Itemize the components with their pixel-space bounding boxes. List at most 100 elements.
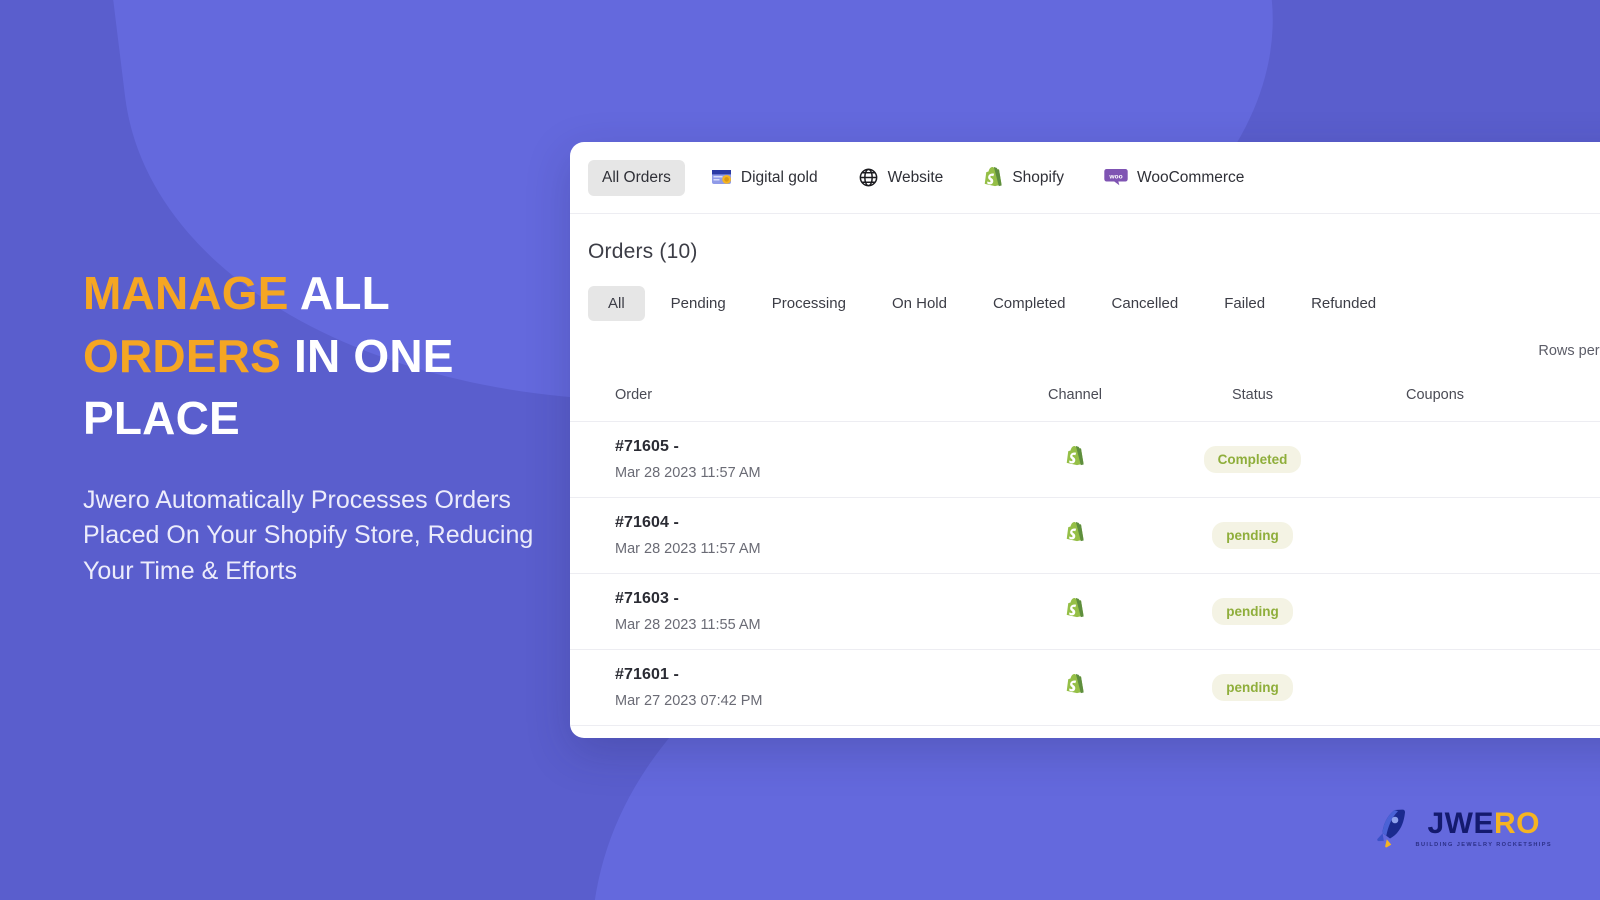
order-id: #71601 -: [615, 666, 679, 683]
channel-tab-digital-gold[interactable]: Digital gold: [697, 160, 832, 196]
order-cell: #71601 - Mar 27 2023 07:42 PM: [570, 649, 990, 726]
column-header-channel: Channel: [990, 373, 1160, 422]
shopify-icon: [1065, 598, 1085, 620]
coupons-cell: [1345, 421, 1525, 498]
jwero-logo: JWERO BUILDING JEWELRY ROCKETSHIPS: [1374, 808, 1552, 848]
filter-pill-label: Completed: [992, 295, 1066, 312]
table-header-row: Order Channel Status Coupons A: [570, 373, 1600, 422]
channel-tab-woocommerce[interactable]: woo WooCommerce: [1090, 160, 1258, 196]
filter-pill-label: All: [608, 295, 625, 312]
order-id: #71604 -: [615, 514, 679, 531]
logo-word-part2: RO: [1494, 806, 1541, 840]
table-row[interactable]: #71605 - Mar 28 2023 11:57 AM Completed: [570, 421, 1600, 498]
channel-tab-label: All Orders: [602, 168, 671, 186]
order-date: Mar 28 2023 11:55 AM: [615, 617, 761, 633]
filter-pill-on-hold[interactable]: On Hold: [872, 286, 967, 321]
orders-app-card: All Orders Digital gold Website Shopify …: [570, 142, 1600, 738]
column-header-amount: A: [1525, 373, 1600, 422]
marketing-subcopy: Jwero Automatically Processes Orders Pla…: [83, 485, 534, 585]
channel-tab-label: Shopify: [1012, 168, 1065, 186]
filter-pill-completed[interactable]: Completed: [973, 286, 1086, 321]
status-badge: Completed: [1203, 446, 1302, 473]
logo-tagline: BUILDING JEWELRY ROCKETSHIPS: [1415, 841, 1552, 848]
svg-text:woo: woo: [1108, 173, 1122, 180]
filter-pill-label: Refunded: [1311, 295, 1377, 312]
woocommerce-icon: woo: [1104, 168, 1128, 187]
headline-accent-1: MANAGE: [83, 267, 300, 319]
amount-cell: ₹: [1525, 649, 1600, 726]
filter-pill-processing[interactable]: Processing: [752, 286, 866, 321]
channel-tab-shopify[interactable]: Shopify: [969, 160, 1078, 196]
channel-tab-website[interactable]: Website: [844, 160, 958, 196]
orders-table-header: Order Channel Status Coupons A: [570, 373, 1600, 422]
order-date: Mar 28 2023 11:57 AM: [615, 541, 761, 557]
filter-pill-all[interactable]: All: [588, 286, 645, 321]
page-title: MANAGE ALL ORDERS IN ONE PLACE: [83, 262, 553, 450]
status-cell: Completed: [1160, 421, 1345, 498]
filter-pill-label: Cancelled: [1111, 295, 1179, 312]
column-header-order: Order: [570, 373, 990, 422]
filter-pill-label: Pending: [670, 295, 726, 312]
filter-pill-label: Processing: [771, 295, 846, 312]
filter-pill-label: Failed: [1224, 295, 1266, 312]
channel-tab-label: WooCommerce: [1137, 168, 1245, 186]
marketing-panel: MANAGE ALL ORDERS IN ONE PLACE Jwero Aut…: [83, 262, 553, 589]
coupons-cell: [1345, 497, 1525, 574]
headline-accent-2: ORDERS: [83, 329, 282, 382]
table-row[interactable]: #71603 - Mar 28 2023 11:55 AM pending: [570, 573, 1600, 650]
status-cell: pending: [1160, 497, 1345, 574]
channel-tab-label: Website: [887, 168, 944, 186]
shopify-icon: [983, 166, 1003, 189]
channel-tab-all-orders[interactable]: All Orders: [588, 159, 685, 196]
filter-pill-label: On Hold: [891, 295, 947, 312]
shopify-icon: [1065, 522, 1085, 544]
coupons-cell: [1345, 573, 1525, 650]
channel-cell: [990, 573, 1160, 650]
logo-word-part1: JWE: [1427, 806, 1495, 840]
rows-per-page-label: Rows per page:: [1538, 343, 1600, 359]
status-badge: pending: [1212, 598, 1293, 625]
channel-tab-bar: All Orders Digital gold Website Shopify …: [570, 142, 1600, 214]
order-id: #71605 -: [615, 438, 679, 455]
order-id: #71603 -: [615, 590, 679, 607]
table-row[interactable]: #71604 - Mar 28 2023 11:57 AM pending: [570, 497, 1600, 574]
status-cell: pending: [1160, 573, 1345, 650]
status-filter-bar: All Pending Processing On Hold Completed…: [570, 264, 1600, 321]
channel-cell: [990, 497, 1160, 574]
globe-icon: [858, 167, 879, 188]
order-cell: #71604 - Mar 28 2023 11:57 AM: [570, 497, 990, 574]
status-badge: pending: [1212, 674, 1293, 701]
logo-wordmark: JWERO: [1427, 806, 1541, 840]
status-cell: pending: [1160, 649, 1345, 726]
table-row[interactable]: #71601 - Mar 27 2023 07:42 PM pending: [570, 649, 1600, 726]
order-cell: #71603 - Mar 28 2023 11:55 AM: [570, 573, 990, 650]
order-cell: #71605 - Mar 28 2023 11:57 AM: [570, 421, 990, 498]
headline-plain-1: ALL: [299, 267, 390, 319]
shopify-icon: [1065, 674, 1085, 696]
filter-pill-refunded[interactable]: Refunded: [1291, 286, 1396, 321]
column-header-status: Status: [1160, 373, 1345, 422]
coupons-cell: [1345, 649, 1525, 726]
logo-text-block: JWERO BUILDING JEWELRY ROCKETSHIPS: [1415, 806, 1552, 848]
orders-count-heading: Orders (10): [588, 240, 698, 263]
filter-pill-pending[interactable]: Pending: [651, 286, 746, 321]
status-badge: pending: [1212, 522, 1293, 549]
amount-cell: ₹4: [1525, 421, 1600, 498]
promo-slide: MANAGE ALL ORDERS IN ONE PLACE Jwero Aut…: [0, 0, 1600, 900]
amount-cell: ₹: [1525, 573, 1600, 650]
column-header-coupons: Coupons: [1345, 373, 1525, 422]
filter-pill-failed[interactable]: Failed: [1204, 286, 1285, 321]
filter-pill-cancelled[interactable]: Cancelled: [1092, 286, 1199, 321]
rows-per-page-control[interactable]: Rows per page: 2: [570, 321, 1600, 359]
orders-table-body: #71605 - Mar 28 2023 11:57 AM Completed …: [570, 421, 1600, 726]
orders-table: Order Channel Status Coupons A #71605 - …: [570, 373, 1600, 726]
order-date: Mar 28 2023 11:57 AM: [615, 465, 761, 481]
channel-tab-label: Digital gold: [740, 168, 818, 186]
rocket-icon: [1374, 808, 1408, 848]
order-date: Mar 27 2023 07:42 PM: [615, 693, 763, 709]
shopify-icon: [1065, 446, 1085, 468]
channel-cell: [990, 649, 1160, 726]
digital-gold-icon: [711, 167, 732, 188]
channel-cell: [990, 421, 1160, 498]
amount-cell: ₹5: [1525, 497, 1600, 574]
